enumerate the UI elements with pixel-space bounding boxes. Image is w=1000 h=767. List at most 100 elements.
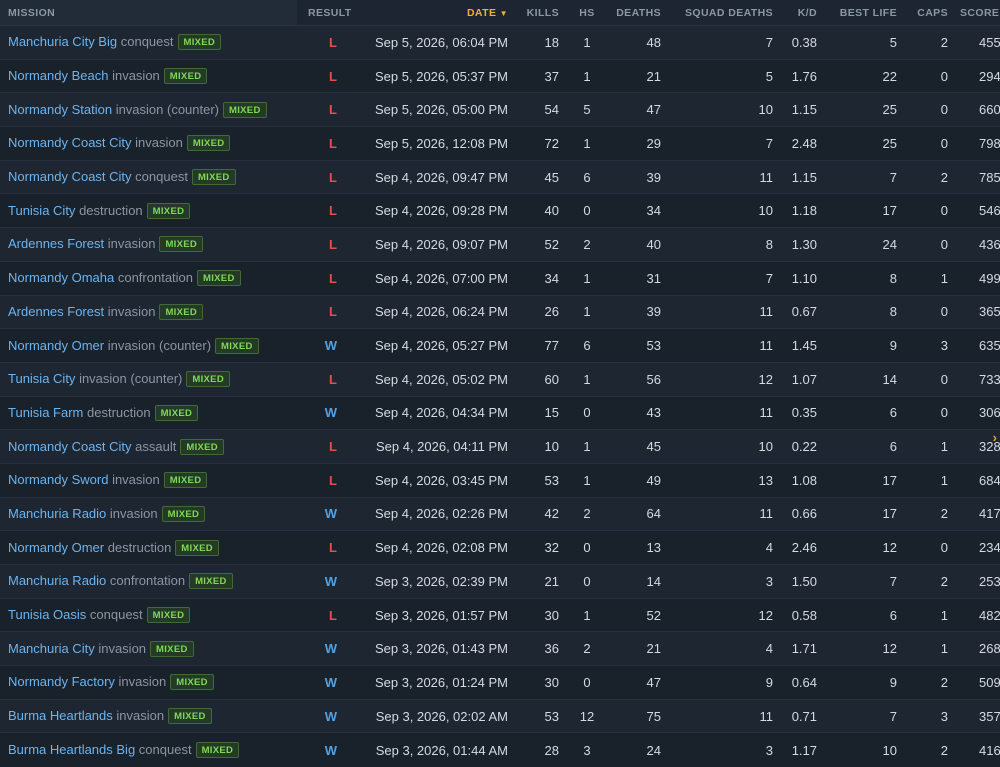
kills-cell: 30 bbox=[514, 597, 565, 632]
table-row[interactable]: Burma Heartlands invasion MIXED W Sep 3, 20… bbox=[0, 698, 1000, 733]
table-row[interactable]: Manchuria Radio invasion MIXED W Sep 4, 202… bbox=[0, 496, 1000, 531]
map-link[interactable]: Manchuria City Big bbox=[8, 34, 117, 49]
date-cell: Sep 4, 2026, 09:47 PM bbox=[359, 159, 514, 194]
table-row[interactable]: Tunisia Oasis conquest MIXED L Sep 3, 2026,… bbox=[0, 597, 1000, 632]
table-row[interactable]: Normandy Coast City invasion MIXED L Sep 5,… bbox=[0, 126, 1000, 161]
column-header-label: SQUAD DEATHS bbox=[684, 6, 773, 19]
table-row[interactable]: Manchuria City invasion MIXED W Sep 3, 2026… bbox=[0, 631, 1000, 666]
map-link[interactable]: Manchuria City bbox=[8, 641, 95, 656]
column-header-label: DEATHS bbox=[616, 6, 661, 19]
map-link[interactable]: Tunisia Farm bbox=[8, 405, 83, 420]
table-row[interactable]: Normandy Sword invasion MIXED L Sep 4, 2026… bbox=[0, 462, 1000, 498]
date-cell: Sep 3, 2026, 01:24 PM bbox=[359, 665, 514, 700]
deaths-cell: 39 bbox=[609, 159, 667, 194]
table-row[interactable]: Normandy Station invasion (counter) MIXED… bbox=[0, 92, 1000, 127]
table-row[interactable]: Ardennes Forest invasion MIXED L Sep 4, 202… bbox=[0, 294, 1000, 329]
column-header-label: DATE bbox=[466, 6, 497, 19]
map-link[interactable]: Normandy Coast City bbox=[8, 169, 132, 184]
column-header-squad-deaths[interactable]: SQUAD DEATHS bbox=[667, 0, 779, 26]
map-link[interactable]: Normandy Station bbox=[8, 102, 112, 117]
game-mode: conquest bbox=[120, 34, 174, 50]
caps-cell: 0 bbox=[903, 395, 954, 430]
table-row[interactable]: Tunisia City invasion (counter) MIXED L Sep… bbox=[0, 361, 1000, 397]
column-header-score[interactable]: SCORE bbox=[954, 0, 1000, 26]
game-mode: invasion bbox=[98, 640, 147, 656]
score-cell: 365 bbox=[954, 294, 1000, 329]
map-link[interactable]: Normandy Coast City bbox=[8, 439, 132, 454]
map-link[interactable]: Tunisia City bbox=[8, 371, 75, 386]
map-link[interactable]: Ardennes Forest bbox=[8, 304, 104, 319]
map-link[interactable]: Normandy Beach bbox=[8, 68, 108, 83]
map-link[interactable]: Normandy Omer bbox=[8, 540, 104, 555]
hs-cell: 1 bbox=[565, 294, 609, 329]
mixed-badge: MIXED bbox=[159, 236, 204, 253]
best-life-cell: 17 bbox=[823, 193, 903, 228]
squad-deaths-cell: 12 bbox=[667, 597, 779, 632]
scroll-right-icon[interactable]: › bbox=[993, 430, 997, 445]
best-life-cell: 7 bbox=[823, 564, 903, 599]
map-link[interactable]: Normandy Factory bbox=[8, 674, 115, 689]
kills-cell: 72 bbox=[514, 126, 565, 161]
table-row[interactable]: Normandy Omaha confrontation MIXED L Sep 4,… bbox=[0, 260, 1000, 295]
deaths-cell: 48 bbox=[609, 25, 667, 60]
table-row[interactable]: Ardennes Forest invasion MIXED L Sep 4, 202… bbox=[0, 227, 1000, 262]
game-mode: invasion bbox=[112, 472, 160, 488]
score-cell: 357 bbox=[954, 698, 1000, 733]
column-header-best-life[interactable]: BEST LIFE bbox=[823, 0, 903, 26]
column-header-date[interactable]: DATE ▼ bbox=[359, 0, 514, 26]
map-link[interactable]: Ardennes Forest bbox=[8, 236, 104, 251]
map-link[interactable]: Tunisia City bbox=[8, 203, 75, 218]
map-link[interactable]: Normandy Coast City bbox=[8, 135, 132, 150]
caps-cell: 1 bbox=[903, 260, 954, 295]
table-row[interactable]: Normandy Factory invasion MIXED W Sep 3, 20… bbox=[0, 665, 1000, 700]
hs-cell: 1 bbox=[565, 462, 609, 498]
game-mode: invasion (counter) bbox=[79, 371, 183, 387]
result-cell: W bbox=[297, 395, 359, 430]
map-link[interactable]: Normandy Omer bbox=[8, 338, 104, 353]
table-row[interactable]: Normandy Omer invasion (counter) MIXED W Se… bbox=[0, 328, 1000, 363]
squad-deaths-cell: 7 bbox=[667, 126, 779, 161]
squad-deaths-cell: 10 bbox=[667, 92, 779, 127]
best-life-cell: 17 bbox=[823, 496, 903, 531]
table-row[interactable]: Tunisia City destruction MIXED L Sep 4, 202… bbox=[0, 193, 1000, 228]
mission-cell: Manchuria City invasion MIXED bbox=[0, 631, 297, 666]
column-header-hs[interactable]: HS bbox=[565, 0, 609, 26]
table-row[interactable]: Normandy Omer destruction MIXED L Sep 4, 20… bbox=[0, 530, 1000, 565]
kd-cell: 0.67 bbox=[779, 294, 823, 329]
map-link[interactable]: Normandy Omaha bbox=[8, 270, 114, 285]
score-cell: 684 bbox=[954, 462, 1000, 498]
game-mode: destruction bbox=[79, 202, 143, 218]
column-header-caps[interactable]: CAPS bbox=[903, 0, 954, 26]
map-link[interactable]: Manchuria Radio bbox=[8, 506, 106, 521]
caps-cell: 0 bbox=[903, 193, 954, 228]
kills-cell: 10 bbox=[514, 429, 565, 464]
kills-cell: 40 bbox=[514, 193, 565, 228]
game-mode: invasion bbox=[107, 303, 156, 319]
caps-cell: 3 bbox=[903, 698, 954, 733]
map-link[interactable]: Manchuria Radio bbox=[8, 573, 106, 588]
column-header-mission[interactable]: MISSION bbox=[0, 0, 297, 26]
table-row[interactable]: Tunisia Farm destruction MIXED W Sep 4, 202… bbox=[0, 395, 1000, 430]
table-row[interactable]: Manchuria Radio confrontation MIXED W Sep 3… bbox=[0, 564, 1000, 599]
table-row[interactable]: Manchuria City Big conquest MIXED L Sep 5, … bbox=[0, 25, 1000, 60]
hs-cell: 0 bbox=[565, 665, 609, 700]
mixed-badge: MIXED bbox=[146, 607, 191, 624]
column-header-kills[interactable]: KILLS bbox=[514, 0, 565, 26]
result-cell: L bbox=[297, 92, 359, 127]
map-link[interactable]: Burma Heartlands Big bbox=[8, 742, 135, 757]
table-row[interactable]: Normandy Coast City conquest MIXED L Sep 4,… bbox=[0, 159, 1000, 194]
map-link[interactable]: Normandy Sword bbox=[8, 472, 108, 487]
hs-cell: 1 bbox=[565, 429, 609, 464]
map-link[interactable]: Burma Heartlands bbox=[8, 708, 113, 723]
squad-deaths-cell: 11 bbox=[667, 395, 779, 430]
map-link[interactable]: Tunisia Oasis bbox=[8, 607, 86, 622]
score-cell: 294 bbox=[954, 58, 1000, 93]
table-row[interactable]: Normandy Coast City assault MIXED L Sep 4, … bbox=[0, 429, 1000, 464]
table-row[interactable]: Normandy Beach invasion MIXED L Sep 5, 2026… bbox=[0, 58, 1000, 93]
column-header-kd[interactable]: K/D bbox=[779, 0, 823, 26]
hs-cell: 6 bbox=[565, 328, 609, 363]
column-header-result[interactable]: RESULT bbox=[297, 0, 359, 26]
column-header-deaths[interactable]: DEATHS bbox=[609, 0, 667, 26]
caps-cell: 1 bbox=[903, 597, 954, 632]
mission-cell: Manchuria City Big conquest MIXED bbox=[0, 25, 297, 60]
